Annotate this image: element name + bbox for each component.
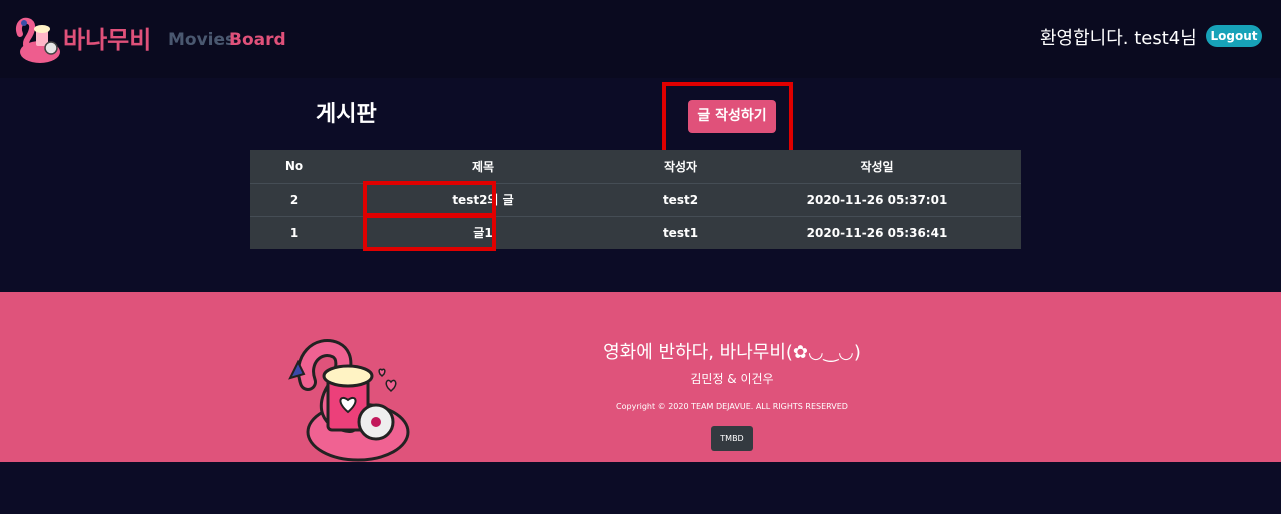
column-header-title: 제목	[471, 159, 495, 174]
navbar: 바나무비 Movies Board 환영합니다. test4님 Logout	[0, 0, 1281, 78]
footer-title: 영화에 반하다, 바나무비(✿◡‿◡)	[603, 342, 861, 363]
cell-date: 2020-11-26 05:36:41	[733, 215, 1021, 249]
table-header-row: No 제목 작성자 작성일	[250, 150, 1021, 183]
write-post-button[interactable]: 글 작성하기	[688, 100, 776, 133]
flamingo-logo-icon	[288, 339, 410, 462]
column-header-writer: 작성자	[663, 159, 698, 174]
nav-link-movies[interactable]: Movies	[168, 30, 235, 50]
column-header-no: No	[284, 159, 304, 174]
nav-link-board[interactable]: Board	[229, 30, 286, 50]
tmbd-button[interactable]: TMBD	[711, 426, 753, 451]
footer-copyright: Copyright © 2020 TEAM DEJAVUE. ALL RIGHT…	[616, 402, 848, 411]
footer-authors: 김민정 & 이건우	[690, 372, 774, 386]
page-title: 게시판	[316, 102, 377, 127]
brand-name[interactable]: 바나무비	[63, 20, 151, 55]
cell-writer: test1	[628, 215, 733, 249]
column-header-date: 작성일	[860, 159, 894, 174]
welcome-message: 환영합니다. test4님	[1040, 28, 1197, 49]
flamingo-logo-icon[interactable]	[10, 14, 62, 64]
title-highlight-box	[363, 214, 496, 251]
cell-no: 2	[250, 182, 338, 216]
cell-date: 2020-11-26 05:37:01	[733, 182, 1021, 216]
cell-writer: test2	[628, 182, 733, 216]
logout-button[interactable]: Logout	[1206, 25, 1262, 47]
title-highlight-box	[363, 181, 496, 217]
cell-no: 1	[250, 215, 338, 249]
